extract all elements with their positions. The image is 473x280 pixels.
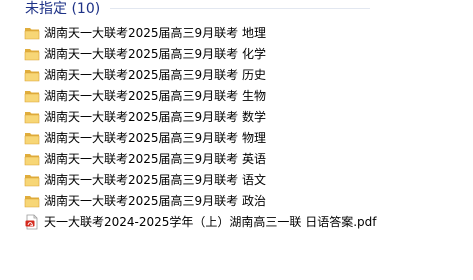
folder-item[interactable]: 湖南天一大联考2025届高三9月联考 物理 xyxy=(24,127,377,148)
folder-item[interactable]: 湖南天一大联考2025届高三9月联考 地理 xyxy=(24,22,377,43)
folder-icon xyxy=(24,153,40,165)
folder-icon xyxy=(24,195,40,207)
folder-item[interactable]: 湖南天一大联考2025届高三9月联考 语文 xyxy=(24,169,377,190)
folder-icon xyxy=(24,27,40,39)
folder-icon xyxy=(24,132,40,144)
group-title: 未指定 (10) xyxy=(25,1,101,17)
folder-icon xyxy=(24,90,40,102)
folder-item[interactable]: 湖南天一大联考2025届高三9月联考 历史 xyxy=(24,64,377,85)
file-name: 湖南天一大联考2025届高三9月联考 政治 xyxy=(44,193,266,208)
folder-icon xyxy=(24,69,40,81)
file-explorer-pane: 未指定 (10) 湖南天一大联考2025届高三9月联考 地理 湖南天一大联考20… xyxy=(0,0,473,280)
folder-item[interactable]: 湖南天一大联考2025届高三9月联考 政治 xyxy=(24,190,377,211)
folder-icon xyxy=(24,48,40,60)
group-divider xyxy=(110,8,370,9)
file-name: 湖南天一大联考2025届高三9月联考 历史 xyxy=(44,67,266,82)
file-name: 天一大联考2024-2025学年（上）湖南高三一联 日语答案.pdf xyxy=(44,214,377,229)
folder-icon xyxy=(24,174,40,186)
file-name: 湖南天一大联考2025届高三9月联考 化学 xyxy=(44,46,266,61)
folder-item[interactable]: 湖南天一大联考2025届高三9月联考 英语 xyxy=(24,148,377,169)
pdf-icon xyxy=(25,214,38,229)
folder-item[interactable]: 湖南天一大联考2025届高三9月联考 生物 xyxy=(24,85,377,106)
pdf-file-item[interactable]: 天一大联考2024-2025学年（上）湖南高三一联 日语答案.pdf xyxy=(24,211,377,232)
file-name: 湖南天一大联考2025届高三9月联考 语文 xyxy=(44,172,266,187)
file-list: 湖南天一大联考2025届高三9月联考 地理 湖南天一大联考2025届高三9月联考… xyxy=(24,22,377,232)
file-name: 湖南天一大联考2025届高三9月联考 生物 xyxy=(44,88,266,103)
file-name: 湖南天一大联考2025届高三9月联考 地理 xyxy=(44,25,266,40)
folder-item[interactable]: 湖南天一大联考2025届高三9月联考 数学 xyxy=(24,106,377,127)
folder-item[interactable]: 湖南天一大联考2025届高三9月联考 化学 xyxy=(24,43,377,64)
file-name: 湖南天一大联考2025届高三9月联考 物理 xyxy=(44,130,266,145)
file-name: 湖南天一大联考2025届高三9月联考 英语 xyxy=(44,151,266,166)
folder-icon xyxy=(24,111,40,123)
file-name: 湖南天一大联考2025届高三9月联考 数学 xyxy=(44,109,266,124)
group-header[interactable]: 未指定 (10) xyxy=(25,0,100,18)
